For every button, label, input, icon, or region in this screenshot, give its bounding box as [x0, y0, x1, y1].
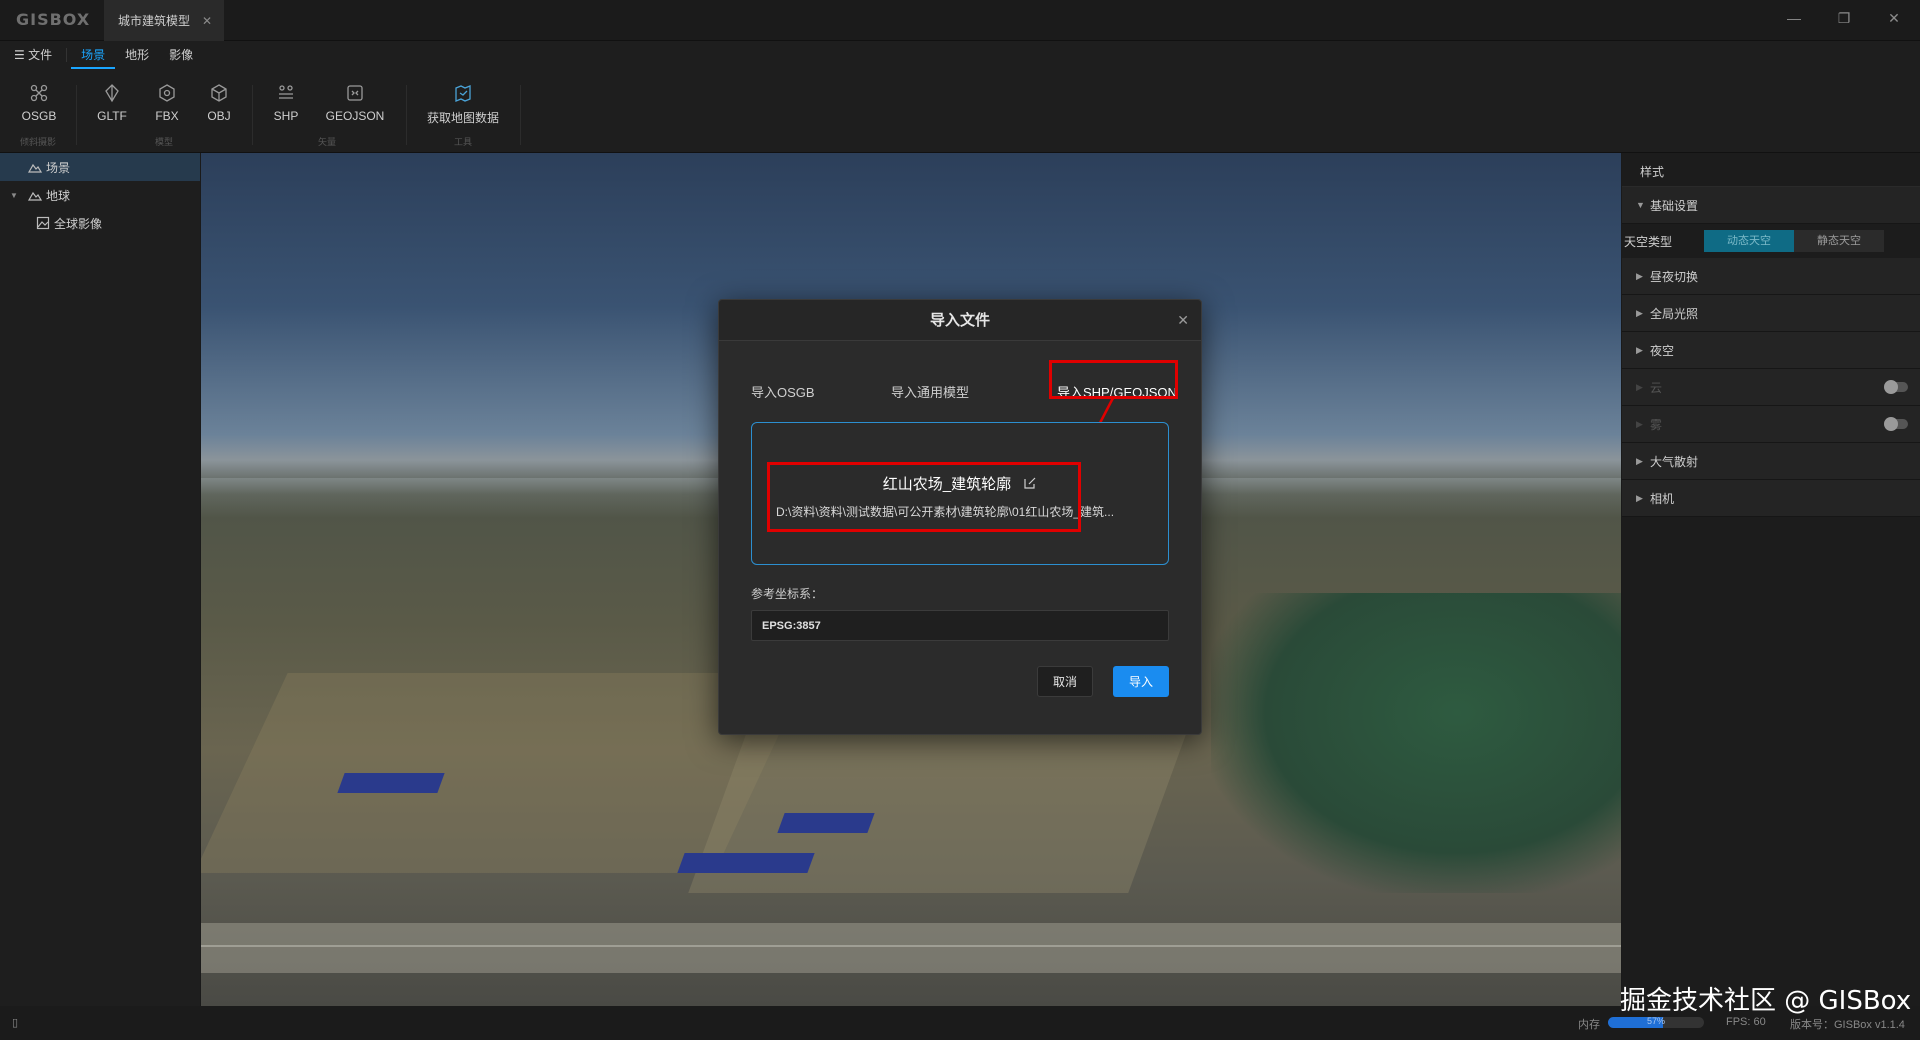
section-global-lighting[interactable]: ▶ 全局光照	[1622, 295, 1920, 332]
tab-import-generic-model[interactable]: 导入通用模型	[891, 382, 969, 401]
sky-type-label: 天空类型	[1624, 234, 1673, 249]
section-fog[interactable]: ▶ 雾	[1622, 406, 1920, 443]
document-tab[interactable]: 城市建筑模型 ✕	[104, 0, 224, 41]
chevron-right-icon: ▶	[1636, 492, 1643, 503]
sky-type-segmented-control: 动态天空 静态天空	[1704, 230, 1885, 252]
file-drop-card[interactable]: 红山农场_建筑轮廓 D:\资料\资料\测试数据\可公开素材\建筑轮廓\01红山农…	[751, 422, 1169, 565]
obj-icon	[211, 84, 227, 102]
dialog-header: 导入文件 ✕	[719, 300, 1201, 341]
gltf-icon	[105, 84, 119, 103]
chevron-right-icon: ▶	[1636, 455, 1643, 466]
tab-imagery[interactable]: 影像	[159, 41, 203, 69]
chevron-right-icon: ▶	[1636, 307, 1643, 318]
title-bar: GISBOX 城市建筑模型 ✕ — ❐ ✕	[0, 0, 1920, 41]
map-data-icon	[455, 85, 471, 102]
ribbon-divider	[406, 85, 407, 145]
ribbon-group-vector: 矢量	[318, 137, 337, 147]
ribbon-group-oblique: 倾斜摄影	[20, 137, 57, 147]
highway	[201, 923, 1621, 973]
crs-label: 参考坐标系：	[751, 587, 824, 601]
blue-roof	[677, 853, 815, 873]
chevron-right-icon: ▶	[1636, 270, 1643, 281]
minimize-icon[interactable]: —	[1784, 10, 1804, 26]
cancel-button[interactable]: 取消	[1037, 666, 1093, 697]
version-label: 版本号：GISBox v1.1.4	[1790, 1019, 1905, 1031]
section-camera[interactable]: ▶ 相机	[1622, 480, 1920, 517]
close-window-icon[interactable]: ✕	[1884, 10, 1904, 27]
chevron-right-icon: ▶	[1636, 418, 1643, 429]
chevron-down-icon: ▼	[1636, 200, 1645, 210]
highway-lane	[201, 945, 1621, 947]
sky-option-static[interactable]: 静态天空	[1794, 230, 1885, 252]
ribbon-toolbar: OSGB 倾斜摄影 GLTF FBX OBJ 模型 SHP GEOJSON 矢量…	[0, 69, 1920, 153]
cloud-toggle[interactable]	[1884, 380, 1908, 394]
fog-toggle[interactable]	[1884, 417, 1908, 431]
blue-roof	[337, 773, 445, 793]
osgb-icon	[30, 84, 48, 102]
tree-item-global-imagery[interactable]: 全球影像	[0, 209, 200, 237]
blue-roof	[777, 813, 875, 833]
status-doc-icon[interactable]: ▯	[12, 1016, 18, 1029]
tab-scene[interactable]: 场景	[71, 41, 116, 69]
highlight-annotation	[767, 462, 1081, 532]
ribbon-divider	[520, 85, 521, 145]
close-tab-icon[interactable]: ✕	[202, 14, 212, 28]
shp-icon	[279, 85, 293, 99]
dialog-title: 导入文件	[929, 312, 990, 329]
section-night-sky[interactable]: ▶ 夜空	[1622, 332, 1920, 369]
fetch-map-data-button[interactable]: 获取地图数据	[420, 83, 506, 126]
menu-divider	[66, 48, 68, 62]
app-logo: GISBOX	[16, 10, 91, 29]
fps-readout: FPS: 60	[1726, 1016, 1766, 1028]
sky-option-dynamic[interactable]: 动态天空	[1704, 230, 1795, 252]
close-icon[interactable]: ✕	[1177, 300, 1189, 341]
image-icon	[36, 216, 50, 230]
ribbon-group-tools: 工具	[454, 137, 473, 147]
tree-item-globe[interactable]: ▼ 地球	[0, 181, 200, 209]
watermark: 掘金技术社区 @ GISBox	[1620, 986, 1912, 1016]
memory-percent: 57%	[1646, 1017, 1665, 1026]
ribbon-divider	[76, 85, 77, 145]
import-file-dialog: 导入文件 ✕ 导入OSGB 导入通用模型 导入SHP/GEOJSON 红山农场_…	[718, 299, 1202, 735]
globe-layer-icon	[28, 191, 42, 201]
shp-button[interactable]: SHP	[254, 83, 318, 123]
chevron-down-icon[interactable]: ▼	[10, 191, 28, 200]
section-day-night[interactable]: ▶ 昼夜切换	[1622, 258, 1920, 295]
tab-import-osgb[interactable]: 导入OSGB	[751, 382, 815, 401]
section-cloud[interactable]: ▶ 云	[1622, 369, 1920, 406]
fbx-icon	[159, 84, 175, 102]
memory-bar: 57%	[1608, 1017, 1704, 1028]
crs-input[interactable]	[751, 610, 1169, 641]
file-menu[interactable]: ☰ 文件	[0, 41, 62, 69]
geojson-icon	[347, 85, 363, 101]
menu-bar: ☰ 文件 场景 地形 影像	[0, 41, 1920, 69]
sky-type-row: 天空类型 动态天空 静态天空	[1622, 224, 1920, 258]
hamburger-icon: ☰	[14, 48, 29, 62]
tab-terrain[interactable]: 地形	[115, 41, 159, 69]
lake-area	[1211, 593, 1621, 893]
import-button[interactable]: 导入	[1113, 666, 1169, 697]
ribbon-group-model: 模型	[155, 137, 174, 147]
tree-item-scene[interactable]: 场景	[0, 153, 200, 181]
geojson-button[interactable]: GEOJSON	[323, 83, 387, 123]
ribbon-divider	[252, 85, 253, 145]
tab-style[interactable]: 样式	[1622, 153, 1920, 189]
scene-icon	[28, 163, 42, 173]
chevron-right-icon: ▶	[1636, 381, 1643, 392]
memory-label: 内存	[1578, 1019, 1600, 1031]
highlight-annotation	[1049, 360, 1178, 399]
document-tab-label: 城市建筑模型	[118, 14, 191, 28]
obj-button[interactable]: OBJ	[187, 83, 251, 123]
osgb-button[interactable]: OSGB	[7, 83, 71, 123]
scene-tree-panel: 场景 ▼ 地球 全球影像	[0, 153, 200, 1006]
style-panel: 样式 ▼ 基础设置 天空类型 动态天空 静态天空 ▶ 昼夜切换 ▶ 全局光照 ▶ 夜空 …	[1622, 153, 1920, 1006]
section-basic-settings[interactable]: ▼ 基础设置	[1622, 187, 1920, 224]
chevron-right-icon: ▶	[1636, 344, 1643, 355]
section-atmosphere[interactable]: ▶ 大气散射	[1622, 443, 1920, 480]
restore-icon[interactable]: ❐	[1834, 10, 1854, 27]
